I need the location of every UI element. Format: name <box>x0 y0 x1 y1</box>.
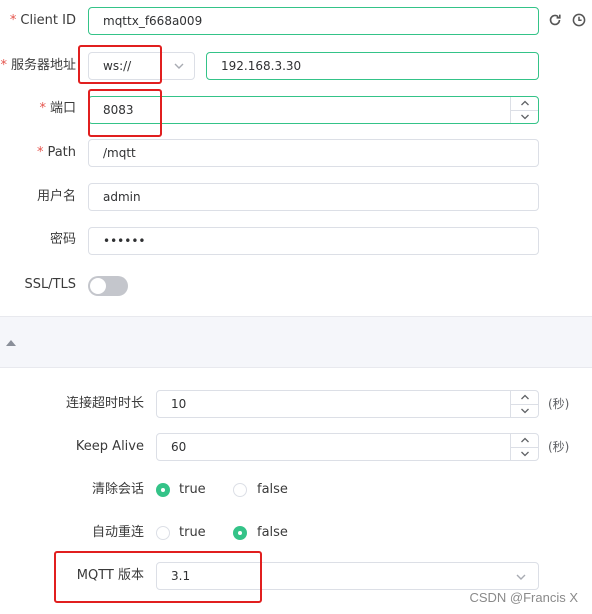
increment-button[interactable] <box>511 391 538 405</box>
mqtt-version-label: MQTT 版本 <box>76 568 144 583</box>
mqtt-version-select[interactable]: 3.1 <box>156 562 539 590</box>
clean-session-true-radio[interactable] <box>156 483 170 497</box>
keep-alive-unit: (秒) <box>548 440 570 454</box>
port-label: * 端口 <box>39 101 76 116</box>
keep-alive-label: Keep Alive <box>75 439 144 454</box>
toggle-knob <box>90 278 106 294</box>
username-input[interactable]: admin <box>88 183 539 211</box>
required-mark: * <box>9 13 17 28</box>
auto-reconnect-label: 自动重连 <box>91 525 144 540</box>
clean-session-false-radio[interactable] <box>233 483 247 497</box>
advanced-section-header[interactable] <box>0 316 592 368</box>
password-label: 密码 <box>49 232 76 247</box>
increment-button[interactable] <box>511 434 538 448</box>
caret-up-icon <box>6 340 16 346</box>
connect-timeout-input[interactable]: 10 <box>156 390 539 418</box>
port-input[interactable]: 8083 <box>88 96 539 124</box>
host-label: * 服务器地址 <box>0 58 76 73</box>
timeout-stepper[interactable] <box>510 391 538 417</box>
timeout-unit: (秒) <box>548 397 570 411</box>
path-label: * Path <box>36 145 76 160</box>
auto-reconnect-true-label[interactable]: true <box>179 524 206 542</box>
history-icon[interactable] <box>571 12 587 28</box>
connect-timeout-label: 连接超时时长 <box>65 396 144 411</box>
clean-session-true-label[interactable]: true <box>179 481 206 499</box>
keep-alive-input[interactable]: 60 <box>156 433 539 461</box>
client-id-label: * Client ID <box>9 13 76 28</box>
clean-session-label: 清除会话 <box>91 482 144 497</box>
client-id-input[interactable]: mqttx_f668a009 <box>88 7 539 35</box>
clean-session-false-label[interactable]: false <box>257 481 288 499</box>
host-input[interactable]: 192.168.3.30 <box>206 52 539 80</box>
port-stepper[interactable] <box>510 97 538 123</box>
auto-reconnect-false-radio[interactable] <box>233 526 247 540</box>
chevron-down-icon <box>514 570 528 584</box>
refresh-icon[interactable] <box>547 12 563 28</box>
path-input[interactable]: /mqtt <box>88 139 539 167</box>
increment-button[interactable] <box>511 97 538 111</box>
keep-alive-stepper[interactable] <box>510 434 538 460</box>
auto-reconnect-true-radio[interactable] <box>156 526 170 540</box>
decrement-button[interactable] <box>511 448 538 461</box>
ssl-toggle[interactable] <box>88 276 128 296</box>
chevron-down-icon <box>172 59 186 73</box>
decrement-button[interactable] <box>511 111 538 124</box>
auto-reconnect-false-label[interactable]: false <box>257 524 288 542</box>
watermark: CSDN @Francis X <box>469 590 578 605</box>
decrement-button[interactable] <box>511 405 538 418</box>
ssl-label: SSL/TLS <box>24 277 76 292</box>
username-label: 用户名 <box>36 189 76 204</box>
password-input[interactable]: •••••• <box>88 227 539 255</box>
